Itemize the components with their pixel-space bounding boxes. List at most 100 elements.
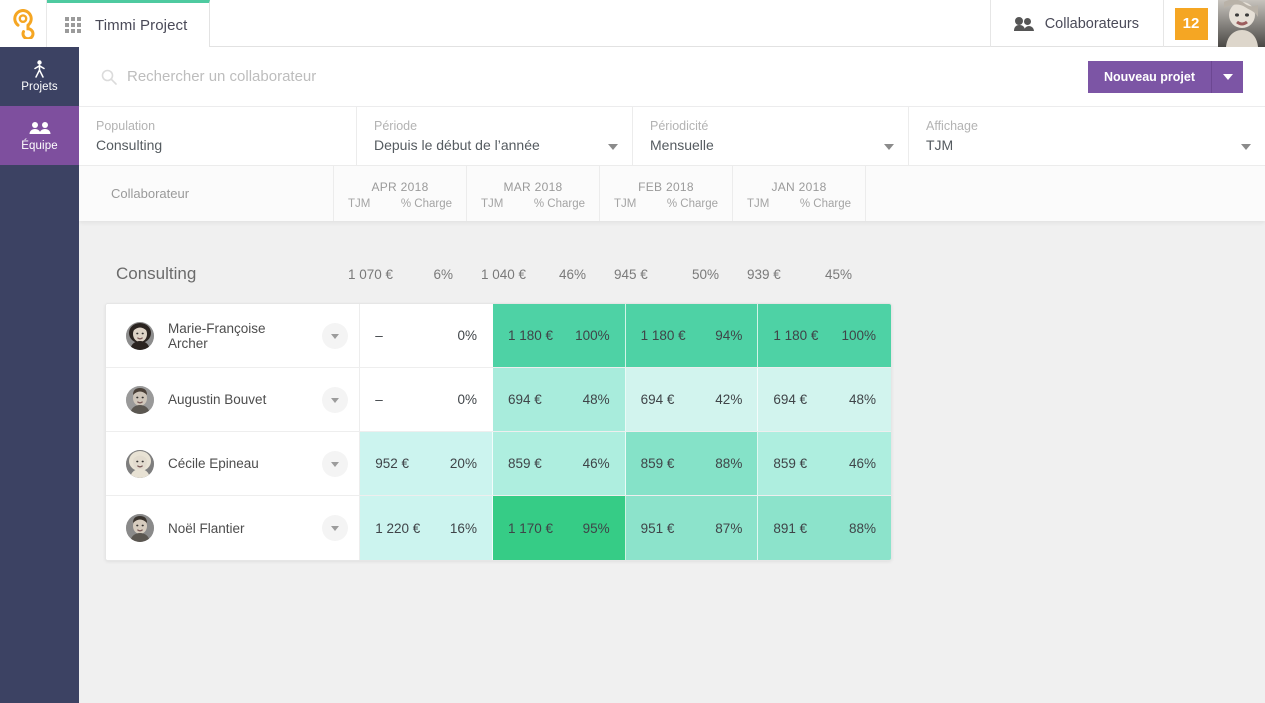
chevron-down-icon[interactable] [1241, 144, 1251, 150]
table-header: Collaborateur APR 2018 TJM % Charge MAR … [79, 166, 1265, 221]
cell-charge: 20% [449, 456, 477, 471]
cell-tjm: 1 170 € [507, 520, 553, 536]
filter-affichage-value: TJM [926, 137, 954, 153]
table-row[interactable]: Augustin Bouvet – 0% 694 € 48% 694 € 42% 694 € 4… [106, 368, 891, 432]
summary-cell: 1 040 € 46% [467, 267, 600, 282]
filter-periodicite[interactable]: Périodicité Mensuelle [633, 107, 909, 165]
column-month-label: JAN 2018 [771, 180, 827, 194]
chevron-down-icon[interactable] [608, 144, 618, 150]
sidebar-item-equipe-label: Équipe [21, 140, 58, 152]
chevron-down-icon [331, 333, 340, 339]
cell-tjm: 694 € [507, 392, 542, 407]
table-row[interactable]: Cécile Epineau 952 €20% 859 €46% 859 €88% 85… [106, 432, 891, 496]
cell-tjm: – [375, 392, 383, 407]
notification-count-wrap[interactable]: 12 [1163, 0, 1218, 47]
sidebar-item-projets[interactable]: Projets [0, 47, 79, 106]
summary-group-name: Consulting [116, 264, 197, 283]
metric-cell: 1 170 € 95% [492, 496, 626, 560]
column-month-label: FEB 2018 [638, 180, 694, 194]
sidebar-item-equipe[interactable]: Équipe [0, 106, 79, 165]
table-row[interactable]: Noël Flantier 1 220 € 16% 1 170 € 95% 951 € 87… [106, 496, 891, 560]
filter-population[interactable]: Population Consulting [79, 107, 357, 165]
column-header-month: JAN 2018 TJM % Charge [733, 166, 866, 221]
new-project-button[interactable]: Nouveau projet [1088, 60, 1212, 93]
chevron-down-icon[interactable] [884, 144, 894, 150]
cell-charge: 94% [715, 328, 743, 343]
collaborator-name: Augustin Bouvet [168, 392, 267, 407]
avatar [126, 514, 154, 542]
cell-tjm: 891 € [773, 520, 808, 536]
chevron-down-icon [331, 461, 340, 467]
user-avatar-image [1218, 0, 1265, 47]
row-collaborator-cell: Augustin Bouvet [106, 368, 361, 431]
filter-affichage[interactable]: Affichage TJM [909, 107, 1265, 165]
new-project-group: Nouveau projet [1088, 60, 1243, 93]
filter-periode[interactable]: Période Depuis le début de l’année [357, 107, 633, 165]
table-row[interactable]: Marie-Françoise Archer –0% 1 180 €100% 1 18… [106, 304, 891, 368]
app-tab-label: Timmi Project [95, 16, 188, 34]
cell-charge: 48% [848, 392, 876, 407]
cell-charge: 46% [848, 456, 876, 471]
column-sub-charge: % Charge [533, 198, 585, 210]
cell-charge: 0% [457, 392, 477, 407]
apps-grid-icon[interactable] [65, 17, 81, 33]
column-header-month: FEB 2018 TJM % Charge [600, 166, 733, 221]
collaborateurs-button[interactable]: Collaborateurs [989, 0, 1163, 47]
cell-tjm: 951 € [640, 520, 675, 536]
user-avatar[interactable] [1218, 0, 1265, 47]
left-sidebar: Projets Équipe [0, 47, 79, 703]
cell-charge: 100% [841, 328, 876, 343]
cell-tjm: 952 € [375, 456, 410, 471]
metric-cell: 1 220 € 16% [360, 496, 493, 560]
column-header-collaborateur: Collaborateur [79, 166, 334, 221]
summary-charge: 6% [433, 266, 453, 282]
filter-periodicite-label: Périodicité [650, 119, 709, 133]
column-sub-tjm: TJM [348, 198, 371, 210]
cell-tjm: 859 € [773, 456, 808, 471]
collaborators-table: Marie-Françoise Archer –0% 1 180 €100% 1 18… [105, 303, 892, 561]
summary-tjm: 1 040 € [481, 266, 527, 282]
search-input[interactable] [127, 68, 1088, 85]
column-month-label: APR 2018 [371, 180, 429, 194]
count-badge: 12 [1174, 7, 1208, 40]
row-expand-button[interactable] [322, 450, 349, 477]
metric-cell: 1 180 € 100% [758, 304, 891, 367]
cell-charge: 46% [582, 456, 610, 471]
filter-periode-label: Période [374, 119, 418, 133]
row-expand-button[interactable] [322, 515, 349, 541]
cell-charge: 100% [575, 328, 610, 343]
app-logo[interactable] [0, 0, 47, 47]
metric-cell: 952 € 20% [360, 432, 493, 495]
cell-tjm: 859 € [507, 456, 542, 471]
avatar-image [126, 449, 154, 478]
column-header-month: MAR 2018 TJM % Charge [467, 166, 600, 221]
cell-charge: 88% [848, 520, 876, 536]
octopus-logo [13, 8, 35, 39]
metric-cell: 694 € 48% [758, 368, 891, 431]
column-header-filler [866, 166, 1265, 221]
column-sub-charge: % Charge [666, 198, 718, 210]
new-project-dropdown-button[interactable] [1212, 60, 1243, 93]
avatar [126, 385, 154, 414]
avatar-image [126, 385, 154, 414]
cell-charge: 95% [582, 520, 610, 536]
cell-charge: 16% [449, 520, 477, 536]
cell-charge: 88% [715, 456, 743, 471]
metric-cell: 859 € 88% [625, 432, 759, 495]
cell-tjm: 1 180 € [773, 328, 819, 343]
metric-cell: 891 € 88% [758, 496, 891, 560]
tab-timmi-project[interactable]: Timmi Project [47, 0, 211, 47]
summary-charge: 46% [558, 266, 586, 282]
search-bar: Nouveau projet [79, 47, 1265, 107]
cell-tjm: 1 220 € [375, 520, 421, 536]
filter-affichage-label: Affichage [926, 119, 978, 133]
metric-cell: 1 180 € 94% [625, 304, 759, 367]
avatar-image [126, 514, 154, 542]
main-content: Nouveau projet Population Consulting Pér… [79, 47, 1265, 703]
chevron-down-icon [331, 397, 340, 403]
summary-tjm: 945 € [614, 266, 648, 282]
row-expand-button[interactable] [322, 322, 349, 349]
filter-periode-value: Depuis le début de l’année [374, 137, 540, 153]
row-expand-button[interactable] [322, 386, 349, 413]
